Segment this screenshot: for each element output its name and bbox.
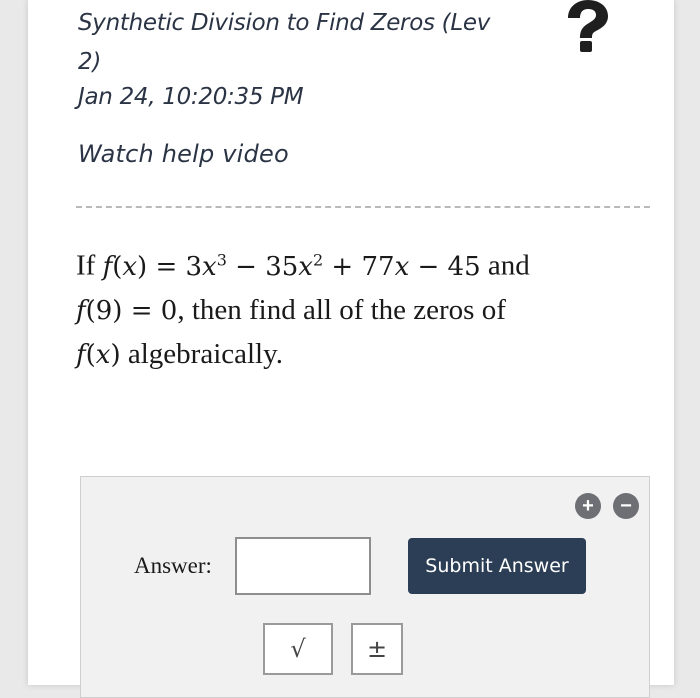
target-function: f(x) [76, 339, 121, 370]
timestamp: Jan 24, 10:20:35 PM [78, 84, 304, 110]
submit-answer-button[interactable]: Submit Answer [408, 538, 586, 594]
plus-minus-button[interactable]: ± [351, 623, 403, 675]
question-suffix: algebraically. [127, 337, 283, 370]
answer-input[interactable] [235, 537, 371, 595]
question-text: If f(x) = 3x3 − 35x2 + 77x − 45 and f(9)… [76, 238, 636, 377]
square-root-button[interactable]: √ [263, 623, 333, 675]
question-prefix: If [76, 249, 96, 282]
function-definition: f(x) = 3x3 − 35x2 + 77x − 45 [102, 250, 481, 282]
question-mark-icon[interactable] [562, 0, 610, 52]
problem-card: Synthetic Division to Find Zeros (Lev 2)… [28, 0, 674, 698]
question-middle: , then find all of the zeros of [177, 293, 506, 326]
minus-circle-icon[interactable]: − [613, 493, 639, 519]
plus-circle-icon[interactable]: + [575, 493, 601, 519]
problem-title: Synthetic Division to Find Zeros (Lev 2) [78, 10, 491, 75]
given-condition: f(9) = 0 [76, 295, 178, 326]
watch-help-video-link[interactable]: Watch help video [78, 140, 289, 168]
divider [76, 206, 650, 208]
question-connector: and [487, 249, 530, 282]
answer-label: Answer: [134, 553, 212, 578]
answer-panel: + − Answer: Submit Answer √ ± [80, 476, 650, 698]
